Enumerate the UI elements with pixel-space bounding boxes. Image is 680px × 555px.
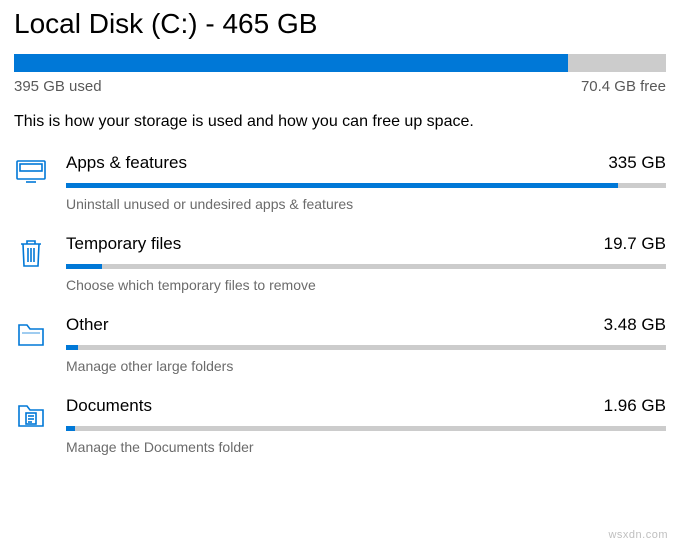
storage-description: This is how your storage is used and how… <box>14 113 666 131</box>
folder-icon <box>14 317 48 351</box>
category-bar <box>66 183 666 188</box>
category-bar-fill <box>66 426 75 431</box>
category-hint: Choose which temporary files to remove <box>66 277 666 293</box>
category-apps-features[interactable]: Apps & features 335 GB Uninstall unused … <box>14 153 666 212</box>
category-size: 3.48 GB <box>604 315 666 335</box>
disk-usage-bar <box>14 54 666 72</box>
category-hint: Manage the Documents folder <box>66 439 666 455</box>
used-label: 395 GB used <box>14 78 102 95</box>
disk-usage-labels: 395 GB used 70.4 GB free <box>14 78 666 95</box>
disk-usage-bar-fill <box>14 54 568 72</box>
category-name: Apps & features <box>66 153 187 173</box>
category-bar-fill <box>66 183 618 188</box>
category-size: 19.7 GB <box>604 234 666 254</box>
trash-icon <box>14 236 48 270</box>
category-bar-fill <box>66 264 102 269</box>
category-name: Documents <box>66 396 152 416</box>
category-bar-fill <box>66 345 78 350</box>
category-bar <box>66 264 666 269</box>
category-size: 1.96 GB <box>604 396 666 416</box>
category-hint: Manage other large folders <box>66 358 666 374</box>
category-bar <box>66 345 666 350</box>
category-hint: Uninstall unused or undesired apps & fea… <box>66 196 666 212</box>
category-bar <box>66 426 666 431</box>
category-size: 335 GB <box>608 153 666 173</box>
watermark: wsxdn.com <box>608 529 668 541</box>
category-name: Temporary files <box>66 234 181 254</box>
page-title: Local Disk (C:) - 465 GB <box>14 8 666 40</box>
documents-icon <box>14 398 48 432</box>
category-other[interactable]: Other 3.48 GB Manage other large folders <box>14 315 666 374</box>
category-name: Other <box>66 315 109 335</box>
category-temporary-files[interactable]: Temporary files 19.7 GB Choose which tem… <box>14 234 666 293</box>
category-documents[interactable]: Documents 1.96 GB Manage the Documents f… <box>14 396 666 455</box>
free-label: 70.4 GB free <box>581 78 666 95</box>
apps-icon <box>14 155 48 189</box>
